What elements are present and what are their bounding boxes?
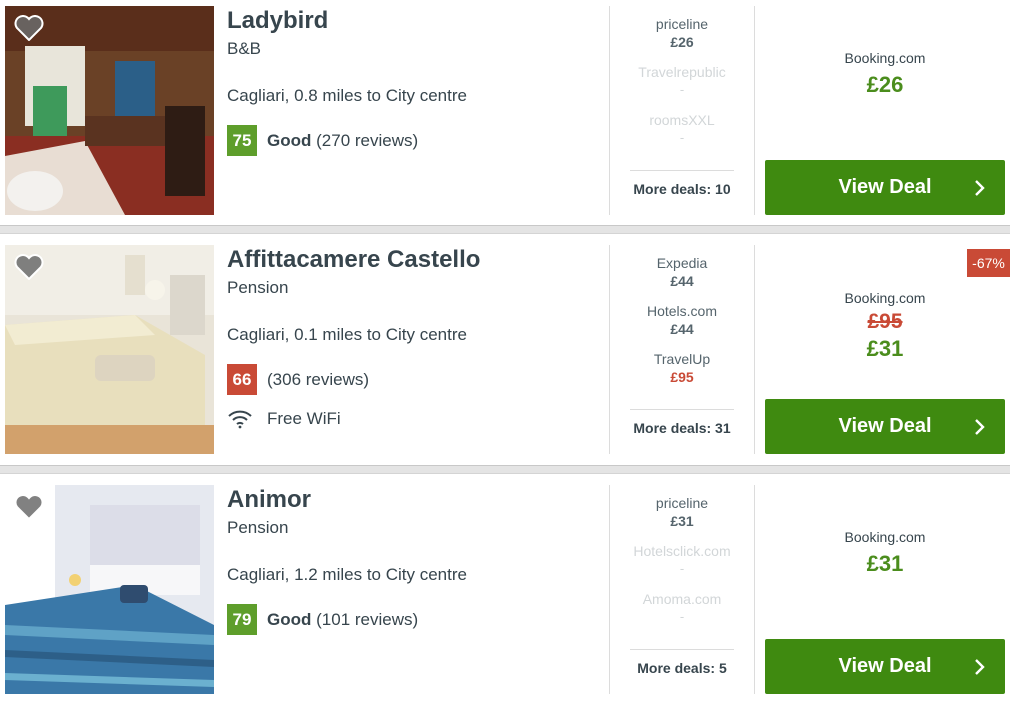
heart-icon[interactable] — [14, 254, 44, 280]
provider-price: - — [679, 82, 685, 97]
rating-text: (306 reviews) — [267, 370, 369, 390]
provider-item[interactable]: Expedia £44 — [630, 255, 734, 303]
divider — [754, 485, 755, 694]
provider-price: £95 — [670, 369, 694, 385]
provider-price: £31 — [670, 513, 694, 529]
more-deals-link[interactable]: More deals: 5 — [630, 649, 734, 676]
chevron-right-icon — [975, 419, 985, 435]
hotel-name[interactable]: Affittacamere Castello — [227, 246, 480, 274]
deal-site: Booking.com — [844, 529, 926, 545]
rating-label: Good — [267, 609, 312, 629]
provider-name: priceline — [655, 495, 709, 511]
provider-price: £44 — [670, 273, 694, 289]
provider-list: priceline £31 Hotelsclick.com - Amoma.co… — [630, 495, 734, 639]
more-deals-link[interactable]: More deals: 10 — [630, 170, 734, 197]
view-deal-label: View Deal — [838, 176, 932, 198]
provider-name: Travelrepublic — [638, 64, 726, 80]
rating[interactable]: 66 (306 reviews) — [227, 364, 369, 395]
rating[interactable]: 79 Good (101 reviews) — [227, 604, 418, 635]
view-deal-label: View Deal — [838, 415, 932, 437]
rating-badge: 79 — [227, 604, 257, 635]
deal-price[interactable]: £31 — [765, 336, 1005, 362]
hotel-photo[interactable] — [5, 6, 214, 215]
rating-badge: 66 — [227, 364, 257, 395]
provider-price: - — [679, 561, 685, 576]
hotel-photo[interactable] — [5, 245, 214, 454]
provider-item: roomsXXL - — [630, 112, 734, 160]
provider-price: - — [679, 609, 685, 624]
best-deal: Booking.com £95 £31 — [765, 290, 1005, 362]
more-deals-link[interactable]: More deals: 31 — [630, 409, 734, 436]
provider-item: Hotelsclick.com - — [630, 543, 734, 591]
hotel-name[interactable]: Animor — [227, 486, 311, 514]
card-separator — [0, 465, 1010, 474]
provider-item: Amoma.com - — [630, 591, 734, 639]
deal-site: Booking.com — [844, 50, 926, 66]
hotel-name[interactable]: Ladybird — [227, 7, 328, 35]
view-deal-button[interactable]: View Deal — [765, 399, 1005, 454]
provider-name: Expedia — [656, 255, 708, 271]
deal-site: Booking.com — [844, 290, 926, 306]
amenity-label: Free WiFi — [267, 409, 341, 428]
wifi-icon — [228, 410, 252, 429]
rating-badge: 75 — [227, 125, 257, 156]
hotel-type: B&B — [227, 39, 262, 58]
rating[interactable]: 75 Good (270 reviews) — [227, 125, 418, 156]
deal-price[interactable]: £31 — [765, 551, 1005, 577]
hotel-card-animor: Animor Pension Cagliari, 1.2 miles to Ci… — [0, 479, 1010, 701]
hotel-card-affittacamere-castello: Affittacamere Castello Pension Cagliari,… — [0, 239, 1010, 465]
provider-price: - — [679, 130, 685, 145]
provider-name: Amoma.com — [642, 591, 722, 607]
provider-list: priceline £26 Travelrepublic - roomsXXL … — [630, 16, 734, 160]
hotel-type: Pension — [227, 518, 289, 537]
deal-price[interactable]: £26 — [765, 72, 1005, 98]
provider-item: Travelrepublic - — [630, 64, 734, 112]
provider-item[interactable]: priceline £26 — [630, 16, 734, 64]
best-deal: Booking.com £31 — [765, 529, 1005, 577]
rating-label: Good — [267, 130, 312, 150]
divider — [609, 245, 610, 454]
chevron-right-icon — [975, 659, 985, 675]
hotel-location[interactable]: Cagliari, 0.8 miles to City centre — [227, 86, 467, 106]
provider-item[interactable]: Hotels.com £44 — [630, 303, 734, 351]
view-deal-button[interactable]: View Deal — [765, 639, 1005, 694]
provider-name: Hotels.com — [646, 303, 718, 319]
review-count: (306 reviews) — [267, 369, 370, 389]
provider-name: roomsXXL — [649, 112, 715, 128]
best-deal: Booking.com £26 — [765, 50, 1005, 98]
divider — [754, 245, 755, 454]
provider-price: £44 — [670, 321, 694, 337]
card-separator — [0, 225, 1010, 234]
provider-item[interactable]: priceline £31 — [630, 495, 734, 543]
provider-name: TravelUp — [653, 351, 711, 367]
review-count: (101 reviews) — [316, 609, 419, 629]
hotel-location[interactable]: Cagliari, 1.2 miles to City centre — [227, 565, 467, 585]
chevron-right-icon — [975, 180, 985, 196]
hotel-type: Pension — [227, 278, 289, 297]
heart-icon[interactable] — [14, 15, 44, 41]
heart-icon[interactable] — [14, 494, 44, 520]
old-price: £95 — [867, 310, 903, 333]
divider — [609, 485, 610, 694]
divider — [609, 6, 610, 215]
amenity-wifi: Free WiFi — [227, 409, 341, 429]
view-deal-button[interactable]: View Deal — [765, 160, 1005, 215]
provider-name: Hotelsclick.com — [633, 543, 731, 559]
provider-item[interactable]: TravelUp £95 — [630, 351, 734, 399]
provider-list: Expedia £44 Hotels.com £44 TravelUp £95 — [630, 255, 734, 399]
rating-text: Good (270 reviews) — [267, 131, 418, 151]
hotel-card-ladybird: Ladybird B&B Cagliari, 0.8 miles to City… — [0, 0, 1010, 226]
discount-badge: -67% — [967, 249, 1010, 277]
review-count: (270 reviews) — [316, 130, 419, 150]
provider-price: £26 — [670, 34, 694, 50]
hotel-location[interactable]: Cagliari, 0.1 miles to City centre — [227, 325, 467, 345]
divider — [754, 6, 755, 215]
view-deal-label: View Deal — [838, 655, 932, 677]
rating-text: Good (101 reviews) — [267, 610, 418, 630]
hotel-photo[interactable] — [5, 485, 214, 694]
provider-name: priceline — [655, 16, 709, 32]
